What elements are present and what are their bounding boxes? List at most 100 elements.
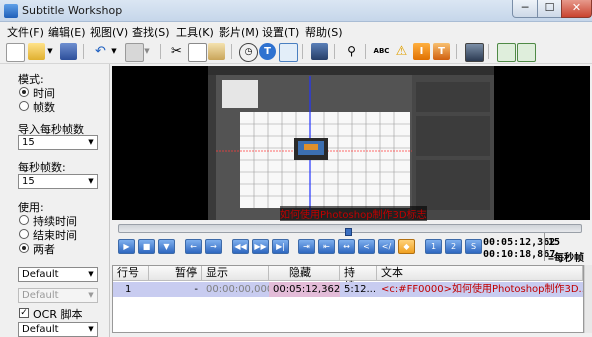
- mode-frames-radio[interactable]: [19, 101, 29, 111]
- subtitle-table: 行号 暂停 显示 隐藏 持续... 文本 1 - 00:00:00,000 00…: [112, 265, 584, 333]
- menu-view[interactable]: 视图(V): [90, 24, 128, 40]
- menu-file[interactable]: 文件(F): [7, 24, 44, 40]
- paste-icon[interactable]: [208, 43, 225, 60]
- col-header-show[interactable]: 显示: [202, 266, 269, 281]
- info-icon[interactable]: I: [413, 43, 430, 60]
- open-folder-icon[interactable]: [28, 43, 45, 60]
- next-subtitle-button[interactable]: ▶▶: [252, 239, 269, 254]
- ocr-icon[interactable]: [517, 43, 536, 62]
- video-icon[interactable]: [311, 43, 328, 60]
- time-divider: [544, 233, 545, 261]
- warning-icon[interactable]: ⚠: [393, 43, 410, 60]
- comment-icon[interactable]: [279, 43, 298, 62]
- menu-settings[interactable]: 设置(T): [262, 24, 299, 40]
- export-icon[interactable]: T: [433, 43, 450, 60]
- menu-bar: 文件(F) 编辑(E) 视图(V) 查找(S) 工具(K) 影片(M) 设置(T…: [0, 22, 592, 40]
- use-endtime-radio[interactable]: [19, 229, 29, 239]
- col-header-num[interactable]: 行号: [113, 266, 149, 281]
- fps-select[interactable]: 15 ▼: [18, 174, 98, 189]
- dropdown-arrow-icon[interactable]: ▼: [143, 43, 151, 60]
- table-scrollbar[interactable]: [584, 265, 592, 333]
- clock-icon[interactable]: ◷: [239, 43, 258, 62]
- subtitle-overlay: 如何使用Photoshop制作3D标志: [280, 206, 427, 221]
- set-start-button[interactable]: ▶|: [272, 239, 289, 254]
- step-back-button[interactable]: ▼: [158, 239, 175, 254]
- panel-icon[interactable]: [465, 43, 484, 62]
- translate-icon[interactable]: [125, 43, 144, 62]
- maximize-button[interactable]: ☐: [537, 0, 562, 18]
- chevron-down-icon: ▼: [88, 325, 94, 333]
- num-1-button[interactable]: 1: [425, 239, 442, 254]
- import-fps-value: 15: [22, 137, 35, 148]
- cut-icon[interactable]: ✂: [168, 43, 185, 60]
- fps-unit: =每秒帧: [548, 253, 585, 264]
- forward-button[interactable]: →: [205, 239, 222, 254]
- mark-start-button[interactable]: <: [358, 239, 375, 254]
- style2-select[interactable]: Default ▼: [18, 288, 98, 303]
- text-icon[interactable]: T: [259, 43, 276, 60]
- close-button[interactable]: ✕: [561, 0, 592, 18]
- ocr-checkbox[interactable]: ✓: [19, 308, 29, 318]
- save-icon[interactable]: [60, 43, 77, 60]
- import-fps-select[interactable]: 15 ▼: [18, 135, 98, 150]
- play-button[interactable]: ▶: [118, 239, 135, 254]
- mode-frames-label: 帧数: [33, 101, 55, 114]
- style2-value: Default: [22, 290, 59, 301]
- cell-duration: 5:12...: [344, 284, 376, 295]
- cell-show: 00:00:00,000: [206, 284, 269, 295]
- fps-value: 15: [22, 176, 35, 187]
- use-both-label: 两者: [33, 243, 55, 256]
- cell-text: <c:#FF0000>如何使用Photoshop制作3D...: [381, 284, 583, 295]
- col-header-text[interactable]: 文本: [377, 266, 583, 281]
- mark-end-button[interactable]: </: [378, 239, 395, 254]
- use-both-radio[interactable]: [19, 243, 29, 253]
- set-end-button[interactable]: ◆: [398, 239, 415, 254]
- cell-hide: 00:05:12,362: [269, 282, 340, 297]
- prev-subtitle-button[interactable]: ◀◀: [232, 239, 249, 254]
- col-header-pause[interactable]: 暂停: [149, 266, 202, 281]
- dropdown-arrow-icon[interactable]: ▼: [110, 43, 118, 60]
- stop-button[interactable]: ■: [138, 239, 155, 254]
- ocr-value: Default: [22, 324, 59, 335]
- ocr-label: OCR 脚本: [33, 308, 83, 321]
- menu-search[interactable]: 查找(S): [132, 24, 170, 40]
- seek-thumb[interactable]: [345, 228, 352, 236]
- chevron-down-icon: ▼: [88, 177, 94, 185]
- start-sub-button[interactable]: ⇥: [298, 239, 315, 254]
- dropdown-arrow-icon[interactable]: ▼: [46, 43, 54, 60]
- rewind-button[interactable]: ←: [185, 239, 202, 254]
- col-header-duration[interactable]: 持续...: [340, 266, 377, 293]
- settings-icon[interactable]: [497, 43, 516, 62]
- window-title: Subtitle Workshop: [22, 4, 123, 17]
- menu-movie[interactable]: 影片(M): [219, 24, 259, 40]
- menu-help[interactable]: 帮助(S): [305, 24, 343, 40]
- cell-num: 1: [125, 284, 132, 295]
- title-bar: Subtitle Workshop: [0, 0, 592, 22]
- spellcheck-icon[interactable]: ABC: [373, 43, 390, 60]
- mode-time-radio[interactable]: [19, 87, 29, 97]
- minimize-button[interactable]: ─: [512, 0, 538, 18]
- chevron-down-icon: ▼: [88, 138, 94, 146]
- chevron-down-icon: ▼: [88, 270, 94, 278]
- style-value: Default: [22, 269, 59, 280]
- menu-edit[interactable]: 编辑(E): [48, 24, 86, 40]
- toolbar: ▼ ↶ ▼ ▼ ✂ ◷ T ⚲ ABC ⚠ I T: [0, 40, 592, 64]
- app-icon: [4, 4, 18, 18]
- chevron-down-icon: ▼: [88, 291, 94, 299]
- fps-display: 15: [548, 237, 561, 248]
- menu-tools[interactable]: 工具(K): [176, 24, 214, 40]
- copy-icon[interactable]: [188, 43, 207, 62]
- undo-icon[interactable]: ↶: [92, 43, 109, 60]
- num-2-button[interactable]: 2: [445, 239, 462, 254]
- sync-button[interactable]: ↔: [338, 239, 355, 254]
- s-button[interactable]: S: [465, 239, 482, 254]
- style-select[interactable]: Default ▼: [18, 267, 98, 282]
- end-sub-button[interactable]: ⇤: [318, 239, 335, 254]
- ocr-select[interactable]: Default ▼: [18, 322, 98, 337]
- new-file-icon[interactable]: [6, 43, 25, 62]
- use-duration-radio[interactable]: [19, 215, 29, 225]
- fps-label: 每秒帧数:: [18, 161, 66, 174]
- search-icon[interactable]: ⚲: [343, 43, 360, 60]
- col-header-hide[interactable]: 隐藏: [269, 266, 340, 281]
- video-preview[interactable]: 如何使用Photoshop制作3D标志: [112, 66, 590, 221]
